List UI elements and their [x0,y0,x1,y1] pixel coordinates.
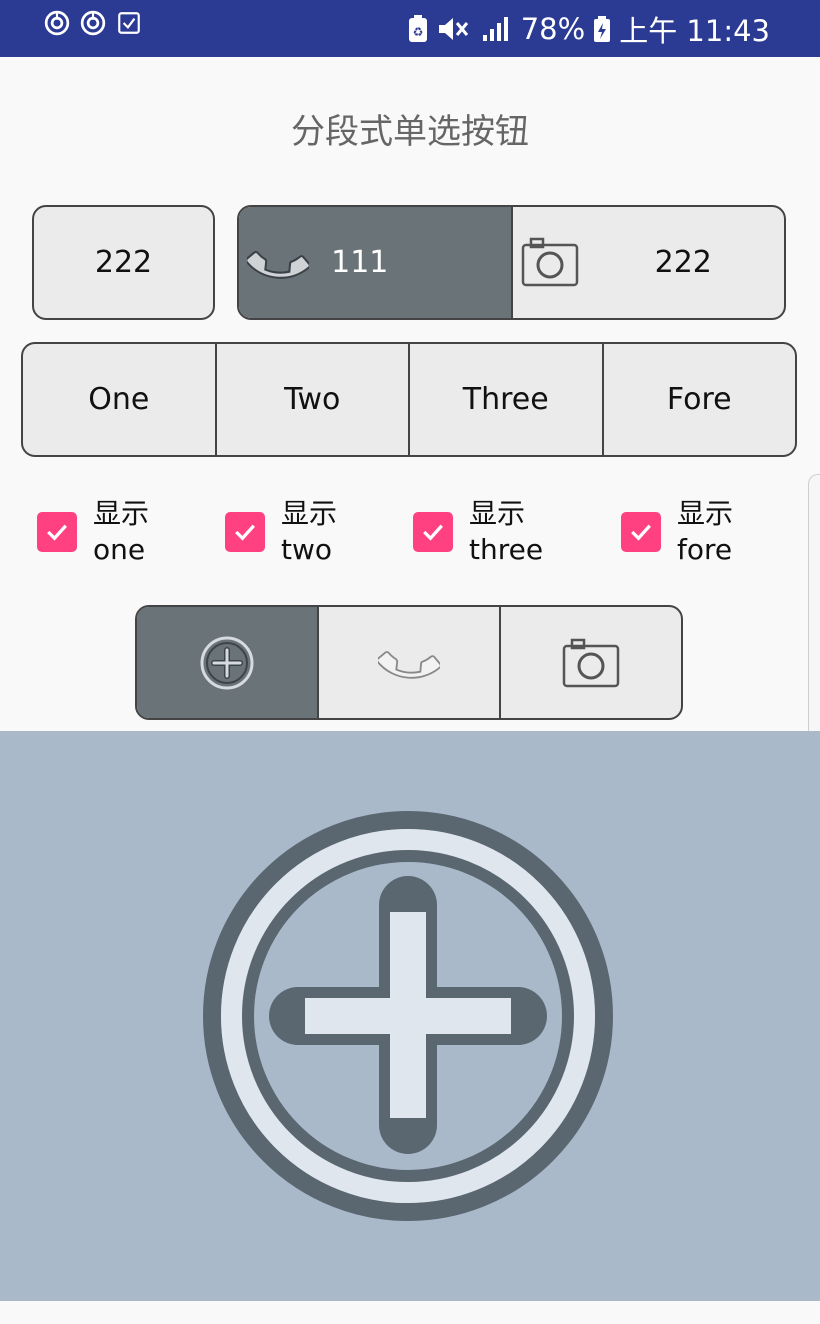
checkbox-checked[interactable] [413,512,453,552]
checkbox-checked[interactable] [37,512,77,552]
sync-icon [44,10,70,36]
label-line2: fore [677,533,733,566]
checkbox-two[interactable]: 显示 two [225,496,337,568]
segment-phone-111[interactable]: 111 [239,207,511,318]
add-circle-icon [203,811,613,1221]
mute-icon [438,17,468,40]
label-line1: 显示 [677,497,734,530]
checkbox-row: 显示 one 显示 two 显示 three 显示 fore [0,496,820,576]
checkbox-label: 显示 fore [677,496,733,568]
add-circle-icon [200,636,254,689]
status-left-icons [44,10,142,36]
segment-label: One [88,382,150,417]
checkbox-three[interactable]: 显示 three [413,496,543,568]
label-line1: 显示 [93,497,150,530]
segmented-group-icons [135,605,683,720]
phone-icon [378,650,440,679]
segment-camera[interactable] [499,607,681,718]
signal-icon [482,16,508,41]
segmented-group-row1: 111 222 [237,205,786,320]
battery-percent: 78% [520,11,586,46]
camera-icon [562,638,620,687]
check-icon [47,524,67,541]
segment-label: Fore [666,382,732,417]
status-time: 上午 11:43 [619,13,770,48]
status-bar: ♻ 78% 上午 11:43 [0,0,820,57]
segment-label: Two [284,382,341,417]
label-line2: three [469,533,544,566]
checkbox-checked[interactable] [225,512,265,552]
segment-three[interactable]: Three [408,344,602,455]
bottom-strip [0,1301,820,1324]
check-icon [423,524,443,541]
checkbox-label: 显示 two [281,496,337,568]
page-title: 分段式单选按钮 [291,112,529,152]
checkbox-checked[interactable] [621,512,661,552]
label-line1: 显示 [469,497,526,530]
sync-icon [80,10,106,36]
status-right: ♻ 78% 上午 11:43 [407,0,770,57]
battery-charging-icon [594,15,611,42]
camera-icon [521,237,578,287]
label-line2: two [281,533,333,566]
segment-phone[interactable] [317,607,499,718]
segment-add[interactable] [137,607,317,718]
segment-one[interactable]: One [23,344,215,455]
checkbox-fore[interactable]: 显示 fore [621,496,733,568]
check-icon [631,524,651,541]
segment-label: 222 [654,245,712,280]
segment-label: 111 [331,245,389,280]
segmented-group-row2: One Two Three Fore [21,342,797,457]
checkbox-label: 显示 one [93,496,149,568]
button-label: 222 [94,245,153,280]
segment-fore[interactable]: Fore [601,344,796,455]
single-222-button[interactable]: 222 [32,205,215,320]
label-line1: 显示 [281,497,338,530]
battery-saver-icon: ♻ [408,14,427,42]
checklist-icon [118,12,140,34]
phone-icon [247,250,309,279]
svg-text:♻: ♻ [412,25,423,39]
segment-camera-222[interactable]: 222 [510,207,785,318]
label-line2: one [93,533,146,566]
checkbox-one[interactable]: 显示 one [37,496,149,568]
checkbox-label: 显示 three [469,496,543,568]
segment-label: Three [462,382,549,417]
segment-two[interactable]: Two [214,344,409,455]
check-icon [235,524,255,541]
